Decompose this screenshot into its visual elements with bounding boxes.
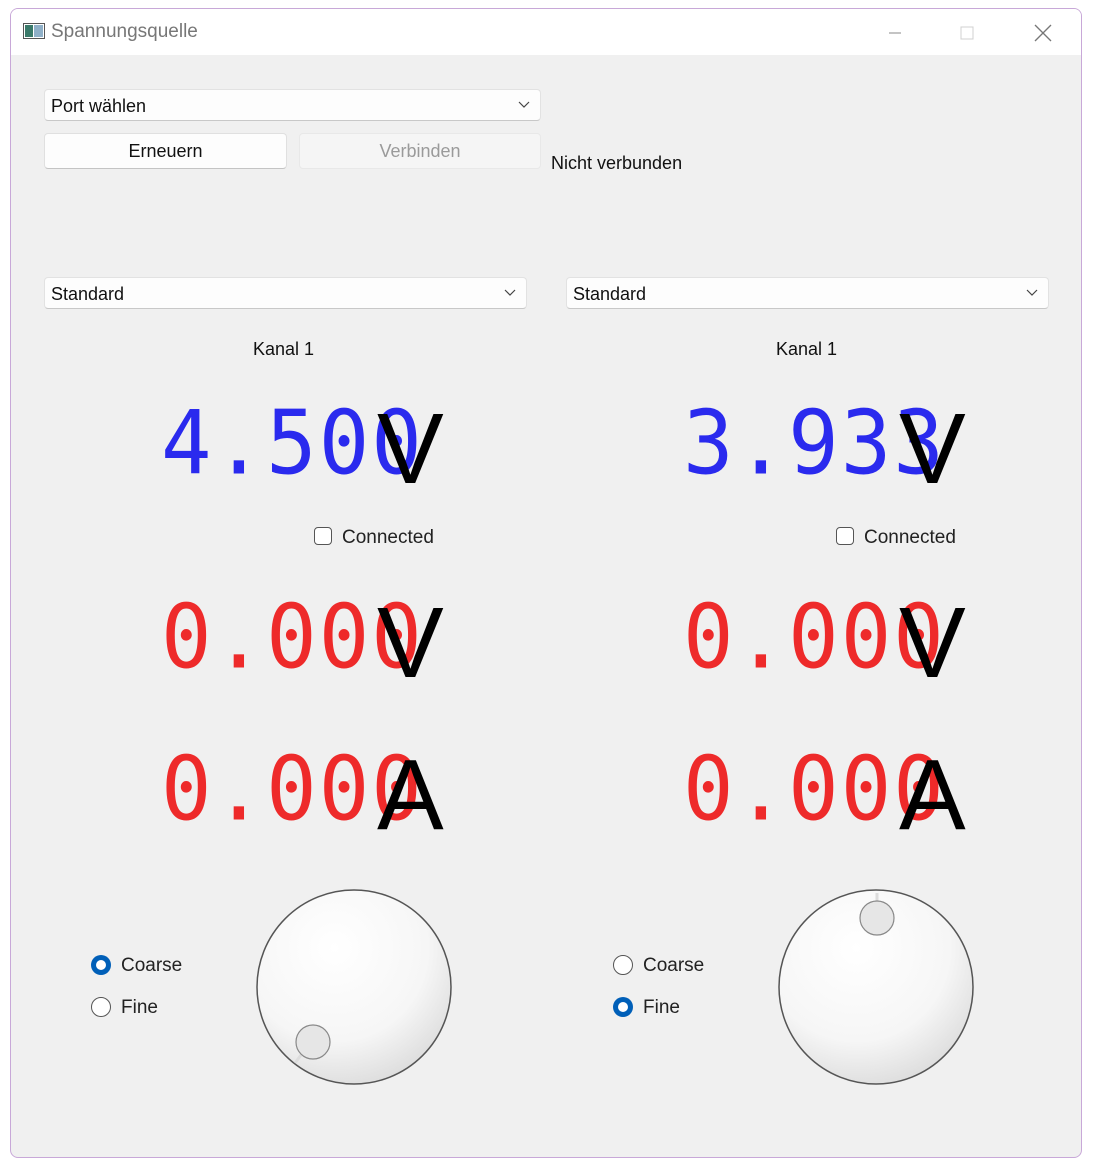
chevron-down-icon xyxy=(1026,289,1038,297)
channel-1-coarse-radio[interactable] xyxy=(91,955,111,975)
window-title: Spannungsquelle xyxy=(51,21,198,42)
channel-1-measured-current-unit: A xyxy=(377,739,444,851)
connection-status: Nicht verbunden xyxy=(551,153,683,173)
channel-1-set-voltage-unit: V xyxy=(377,393,444,505)
app-window: Spannungsquelle Port wählen Erneuern Ver… xyxy=(10,8,1082,1158)
channel-2-fine-label: Fine xyxy=(643,997,680,1018)
channel-2-coarse-radio[interactable] xyxy=(613,955,633,975)
channel-1-connected-label: Connected xyxy=(342,527,434,548)
channel-1-fine-label: Fine xyxy=(121,997,158,1018)
channel-1-voltage-dial[interactable] xyxy=(254,887,454,1087)
channel-2-voltage-dial[interactable] xyxy=(776,887,976,1087)
maximize-icon[interactable] xyxy=(939,15,995,51)
channel-1-coarse-label: Coarse xyxy=(121,955,183,976)
minimize-icon[interactable] xyxy=(867,15,923,51)
channel-2-fine-radio[interactable] xyxy=(613,997,633,1017)
channel-1-fine-radio[interactable] xyxy=(91,997,111,1017)
app-icon xyxy=(23,23,45,39)
title-bar[interactable]: Spannungsquelle xyxy=(11,9,1081,55)
channel-1-mode-select[interactable]: Standard xyxy=(44,277,527,309)
channel-1-dial-handle[interactable] xyxy=(295,1024,331,1060)
channel-2-measured-current-unit: A xyxy=(899,739,966,851)
channel-1-measured-voltage-unit: V xyxy=(377,587,444,699)
port-select[interactable]: Port wählen xyxy=(44,89,541,121)
connect-button[interactable]: Verbinden xyxy=(299,133,541,169)
close-icon[interactable] xyxy=(1015,15,1071,51)
channel-2-mode-select[interactable]: Standard xyxy=(566,277,1049,309)
channel-2-connected-label: Connected xyxy=(864,527,956,548)
channel-2-mode-value: Standard xyxy=(573,284,647,304)
port-select-value: Port wählen xyxy=(51,96,147,116)
refresh-button[interactable]: Erneuern xyxy=(44,133,287,169)
channel-2-name: Kanal 1 xyxy=(776,339,838,359)
channel-2-measured-voltage-unit: V xyxy=(899,587,966,699)
channel-2-dial-handle[interactable] xyxy=(859,900,895,936)
channel-2-set-voltage-unit: V xyxy=(899,393,966,505)
channel-1-name: Kanal 1 xyxy=(253,339,315,359)
chevron-down-icon xyxy=(518,101,530,109)
channel-1-mode-value: Standard xyxy=(51,284,125,304)
channel-2-connected-checkbox[interactable] xyxy=(836,527,854,545)
channel-2-coarse-label: Coarse xyxy=(643,955,705,976)
channel-1-connected-checkbox[interactable] xyxy=(314,527,332,545)
chevron-down-icon xyxy=(504,289,516,297)
